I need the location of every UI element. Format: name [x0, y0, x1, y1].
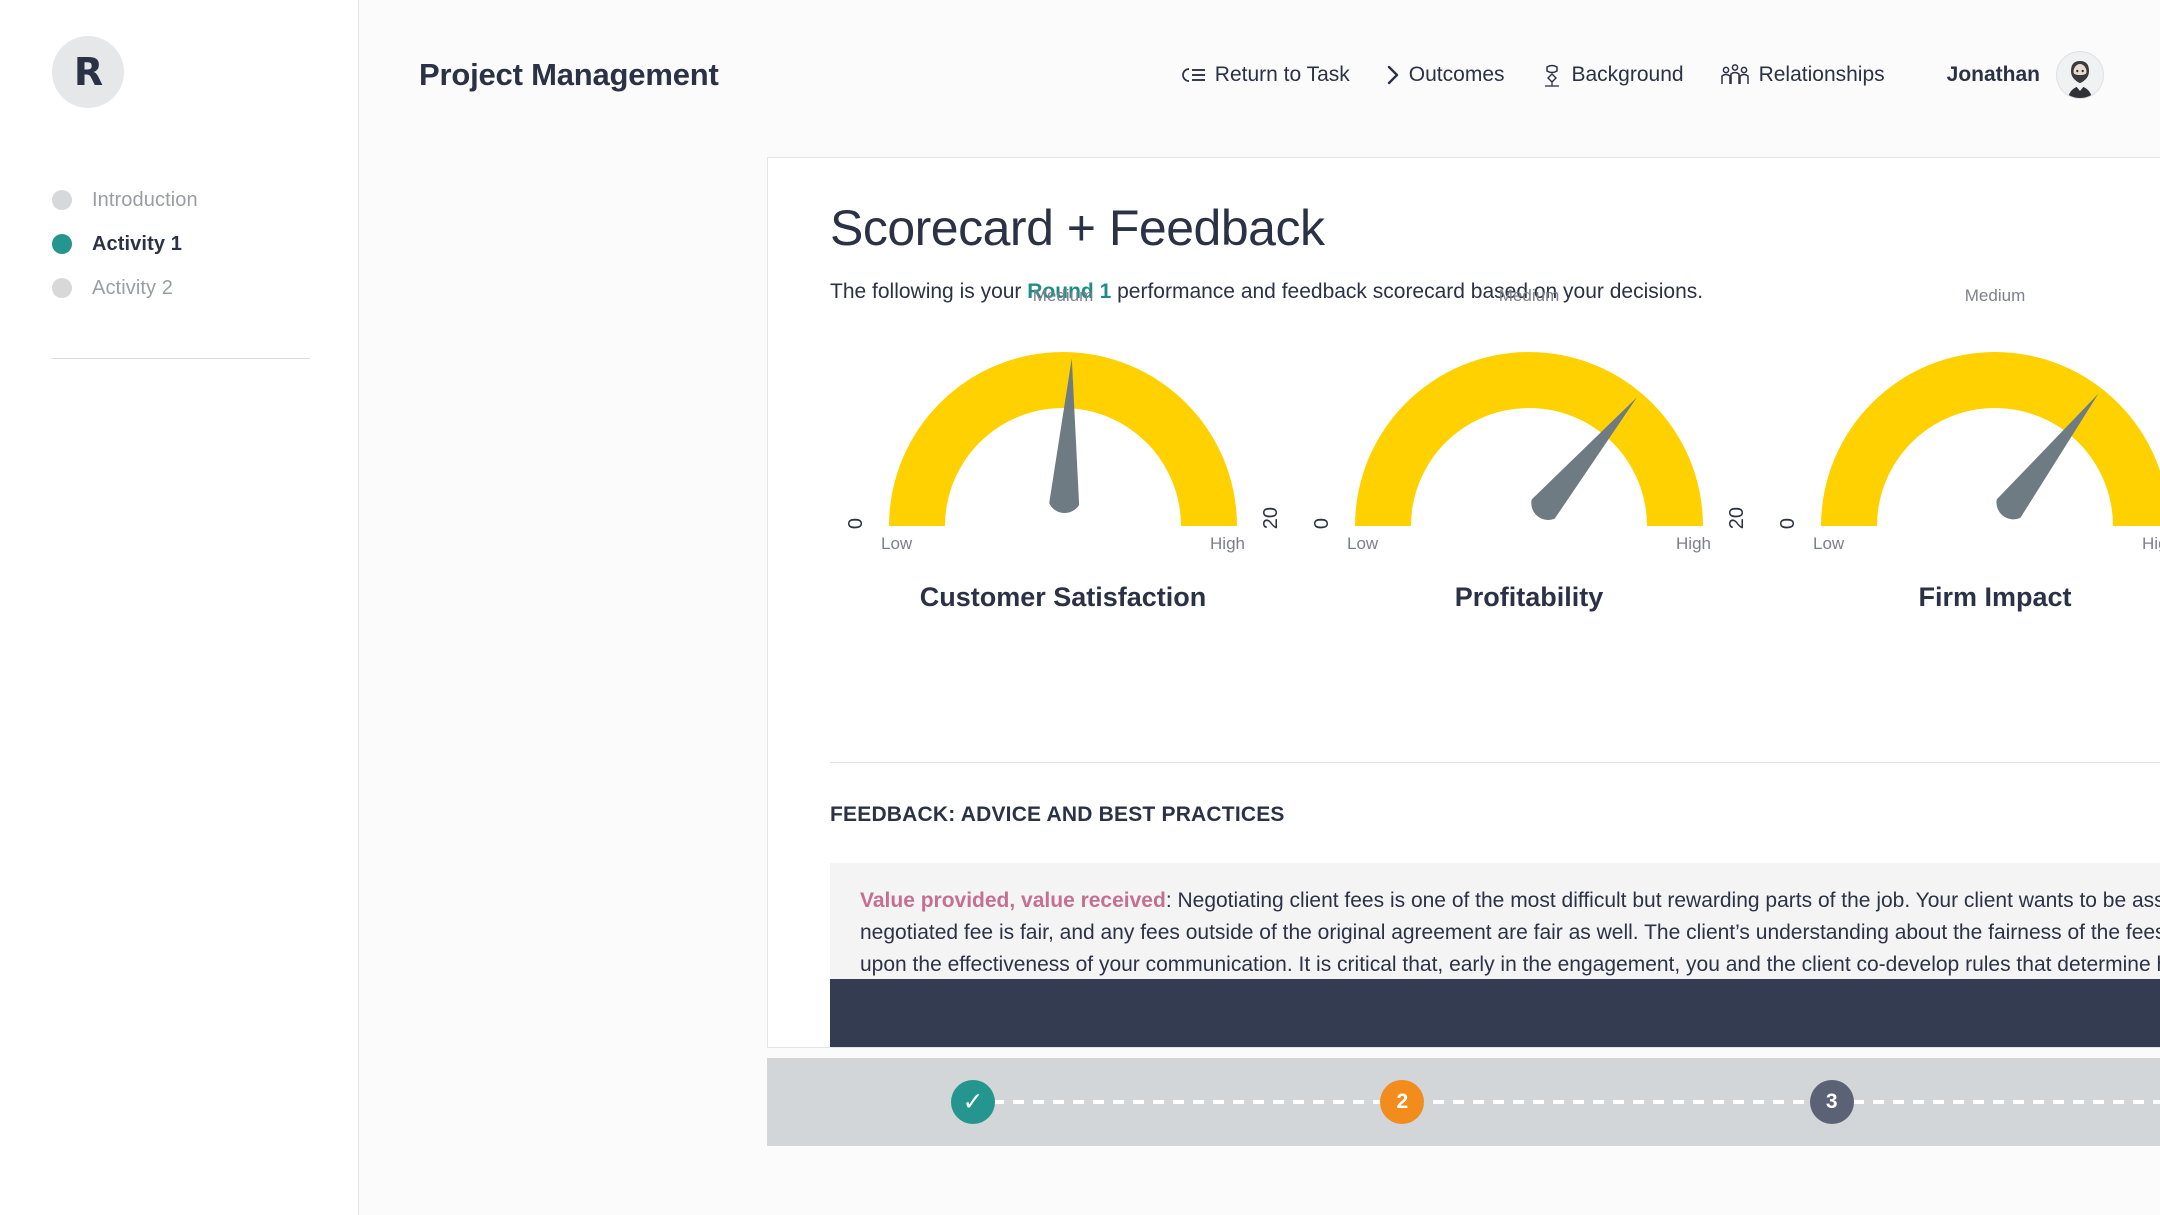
nav-label: Outcomes — [1408, 63, 1505, 86]
gauge-svg — [1821, 351, 2160, 526]
sidebar-nav: Introduction Activity 1 Activity 2 — [52, 178, 322, 310]
nav-return-to-task[interactable]: Return to Task — [1181, 63, 1350, 87]
gauge-low-label: Low — [1813, 533, 1845, 553]
gauge-graphic: Medium 0 20 Low High — [845, 286, 1282, 553]
status-dot-icon — [52, 190, 72, 210]
user-name: Jonathan — [1946, 63, 2040, 86]
stepper-step-2[interactable]: 2 — [1380, 1080, 1425, 1124]
section-divider — [830, 762, 2160, 763]
sidebar-item-activity-1[interactable]: Activity 1 — [52, 222, 322, 266]
gauge-high-label: High — [1210, 533, 1245, 553]
action-bar: CONTINUE — [830, 979, 2160, 1047]
return-to-task-icon — [1181, 65, 1206, 85]
gauge-min-label: 0 — [1311, 518, 1333, 530]
page-title: Project Management — [419, 57, 719, 92]
stepper-step-1[interactable]: ✓ — [951, 1080, 995, 1124]
gauge-max-label: 20 — [1260, 507, 1282, 530]
stepper-step-3[interactable]: 3 — [1809, 1080, 1854, 1124]
gauge-title: Profitability — [1454, 581, 1604, 612]
sidebar-item-label: Activity 2 — [92, 276, 174, 299]
gauge-svg — [1355, 351, 1703, 526]
gauge-row: Medium 0 20 Low High Customer Satisfacti… — [830, 286, 2160, 613]
gauge-graphic: Medium 0 40 Low High — [1777, 286, 2160, 553]
gauge-svg — [889, 351, 1237, 526]
gauge-min-label: 0 — [1777, 518, 1799, 530]
sidebar-item-introduction[interactable]: Introduction — [52, 178, 322, 222]
gauge-title: Customer Satisfaction — [919, 581, 1207, 612]
gauge-min-label: 0 — [845, 518, 867, 530]
gauge-mid-label: Medium — [1964, 285, 2026, 305]
status-dot-icon — [52, 234, 72, 254]
user-menu[interactable]: Jonathan — [1947, 51, 2104, 99]
chevron-right-icon — [1386, 64, 1400, 86]
avatar[interactable] — [2056, 51, 2104, 99]
app-logo[interactable]: R — [52, 36, 124, 108]
logo-letter-icon: R — [73, 50, 103, 94]
gauge-mid-label: Medium — [1032, 285, 1094, 305]
nav-relationships[interactable]: Relationships — [1720, 63, 1885, 87]
sidebar-item-label: Introduction — [92, 188, 198, 211]
person-icon — [1541, 63, 1563, 87]
feedback-lead: Value provided, value received — [860, 889, 1166, 912]
nav-label: Return to Task — [1214, 63, 1350, 86]
gauge-customer-satisfaction: Medium 0 20 Low High Customer Satisfacti… — [830, 286, 1296, 613]
stepper-step-label: ✓ — [962, 1087, 984, 1116]
app-root: R Introduction Activity 1 Activity 2 Pro… — [0, 0, 2160, 1215]
gauge-mid-label: Medium — [1498, 285, 1560, 305]
gauge-high-label: High — [2142, 533, 2160, 553]
card-title: Scorecard + Feedback — [830, 200, 1325, 256]
gauge-low-label: Low — [1347, 533, 1379, 553]
gauge-max-label: 20 — [1726, 507, 1748, 530]
gauge-profitability: Medium 0 20 Low High Profitability — [1296, 286, 1762, 613]
progress-stepper: ✓ 2 3 4 — [767, 1058, 2160, 1146]
stepper-connector — [973, 1100, 2160, 1104]
gauge-graphic: Medium 0 20 Low High — [1311, 286, 1748, 553]
sidebar-item-activity-2[interactable]: Activity 2 — [52, 266, 322, 310]
sidebar: R Introduction Activity 1 Activity 2 — [0, 0, 359, 1215]
gauge-high-label: High — [1676, 533, 1711, 553]
gauge-firm-impact: Medium 0 40 Low High — [1762, 286, 2160, 613]
header-nav: Return to Task Outcomes Background Relat… — [1146, 51, 2104, 99]
sidebar-divider — [52, 358, 310, 359]
feedback-heading: FEEDBACK: ADVICE AND BEST PRACTICES — [830, 803, 1285, 826]
header-bar: Project Management Return to Task Outcom… — [359, 0, 2160, 150]
nav-label: Background — [1571, 63, 1684, 86]
nav-outcomes[interactable]: Outcomes — [1386, 63, 1505, 87]
gauge-low-label: Low — [881, 533, 913, 553]
nav-label: Relationships — [1758, 63, 1885, 86]
status-dot-icon — [52, 278, 72, 298]
sidebar-item-label: Activity 1 — [92, 232, 182, 255]
people-group-icon — [1720, 63, 1750, 87]
stepper-step-label: 3 — [1825, 1090, 1838, 1113]
nav-background[interactable]: Background — [1541, 63, 1684, 87]
stepper-step-label: 2 — [1396, 1090, 1409, 1113]
scorecard-card: Scorecard + Feedback The following is yo… — [767, 157, 2160, 1048]
main-area: Project Management Return to Task Outcom… — [359, 0, 2160, 1215]
gauge-title: Firm Impact — [1918, 581, 2072, 612]
